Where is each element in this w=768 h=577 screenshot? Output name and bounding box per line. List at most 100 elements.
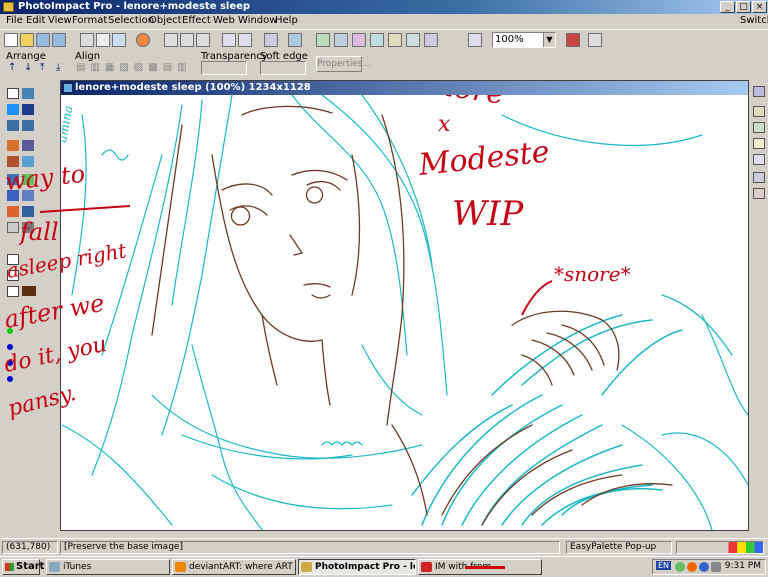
windows-flag-icon	[5, 563, 14, 571]
arrange-up-icon[interactable]: ↑	[8, 62, 16, 73]
menu-bar: File Edit View Format Selection Object E…	[0, 14, 768, 29]
system-tray: EN 9:31 PM	[652, 559, 766, 575]
effect-icon[interactable]	[288, 33, 302, 47]
menu-object[interactable]: Object	[149, 15, 182, 26]
start-button[interactable]: Start	[2, 559, 44, 575]
taskbar-label: iTunes	[63, 562, 92, 572]
redo-icon[interactable]	[238, 33, 252, 47]
menu-file[interactable]: File	[6, 15, 23, 26]
new-icon[interactable]	[4, 33, 18, 47]
menu-view[interactable]: View	[48, 15, 72, 26]
paint-tool-icon[interactable]	[7, 140, 19, 151]
properties-button[interactable]: Properties...	[316, 56, 371, 72]
brush-tool-icon[interactable]	[22, 140, 34, 151]
im-icon	[421, 562, 432, 572]
easy-palette-icon[interactable]	[753, 138, 765, 149]
palette-icon[interactable]	[566, 33, 580, 47]
easy-palette-popup[interactable]: EasyPalette Pop-up	[566, 541, 672, 554]
layout-icon[interactable]	[316, 33, 330, 47]
save-icon[interactable]	[36, 33, 50, 47]
bezier-tool-icon[interactable]	[22, 120, 34, 131]
taskbar-im[interactable]: IM with from ...	[418, 559, 542, 575]
arrange-down-icon[interactable]: ↓	[24, 62, 32, 73]
chevron-down-icon[interactable]: ▼	[543, 33, 555, 47]
mask-icon[interactable]	[406, 33, 420, 47]
maximize-button[interactable]: □	[736, 1, 751, 13]
attribute-toolbar: Arrange ↑ ↓ ⤒ ⤓ Align ▤▥▦▧▨▩▤▥ Transpare…	[0, 51, 768, 77]
menu-edit[interactable]: Edit	[26, 15, 45, 26]
transform-tool-icon[interactable]	[7, 104, 19, 115]
transparency-spinner[interactable]	[201, 61, 247, 75]
crop-icon[interactable]	[264, 33, 278, 47]
menu-effect[interactable]: Effect	[182, 15, 211, 26]
cut-icon[interactable]	[164, 33, 178, 47]
panel-manager	[750, 82, 768, 532]
note-line-5: do it, you	[2, 332, 109, 378]
tray-icon-3[interactable]	[699, 562, 709, 572]
image-icon[interactable]	[334, 33, 348, 47]
tray-icon-2[interactable]	[687, 562, 697, 572]
taskbar-itunes[interactable]: iTunes	[46, 559, 170, 575]
selection-tool-icon[interactable]	[22, 88, 34, 99]
firefox-icon	[175, 562, 186, 572]
note-underline	[39, 205, 131, 213]
tool-panel-icon[interactable]	[753, 154, 765, 165]
panel-icon[interactable]	[468, 33, 482, 47]
open-icon[interactable]	[20, 33, 34, 47]
switch-button[interactable]: Switch	[740, 15, 768, 26]
volume-icon[interactable]	[711, 562, 721, 572]
note-line-2: fall	[18, 218, 59, 246]
taskbar-deviantart[interactable]: deviantART: where ART ...	[172, 559, 296, 575]
info-panel-icon[interactable]	[753, 188, 765, 199]
lenore-text: Lenore	[395, 95, 507, 112]
status-hint: [Preserve the base image]	[60, 541, 560, 554]
soft-edge-spinner[interactable]	[260, 61, 306, 75]
modeste-text: Modeste	[416, 134, 551, 183]
start-label: Start	[16, 561, 45, 572]
frame-icon[interactable]	[352, 33, 366, 47]
scan-icon[interactable]	[112, 33, 126, 47]
zoom-select[interactable]: 100% ▼	[492, 32, 556, 48]
bevel-icon[interactable]	[388, 33, 402, 47]
web-icon[interactable]	[136, 33, 150, 47]
pick-tool-icon[interactable]	[7, 88, 19, 99]
faint-signature: amina	[62, 104, 75, 143]
document-titlebar: lenore+modeste sleep (100%) 1234x1128	[61, 81, 748, 95]
note-line-1: way to	[4, 160, 87, 196]
note-line-4: after we	[2, 289, 106, 334]
grid-icon[interactable]	[370, 33, 384, 47]
menu-selection[interactable]: Selection	[108, 15, 154, 26]
taskbar-photoimpact[interactable]: PhotoImpact Pro - le...	[298, 559, 416, 575]
print-preview-icon[interactable]	[96, 33, 110, 47]
text-tool-icon[interactable]	[22, 104, 34, 115]
menu-window[interactable]: Window	[238, 15, 277, 26]
arrange-top-icon[interactable]: ⤒	[40, 62, 44, 73]
wip-text: WIP	[452, 194, 524, 234]
close-button[interactable]: ×	[752, 1, 767, 13]
menu-web[interactable]: Web	[213, 15, 235, 26]
window-icon[interactable]	[424, 33, 438, 47]
copy-icon[interactable]	[180, 33, 194, 47]
tray-icon-1[interactable]	[675, 562, 685, 572]
paste-icon[interactable]	[196, 33, 210, 47]
help-icon[interactable]	[588, 33, 602, 47]
crop-tool-icon[interactable]	[7, 120, 19, 131]
tray-clock[interactable]: 9:31 PM	[725, 561, 761, 571]
quick-command-icon[interactable]	[753, 122, 765, 133]
minimize-button[interactable]: _	[720, 1, 735, 13]
language-indicator[interactable]: EN	[656, 561, 672, 570]
save-as-icon[interactable]	[52, 33, 66, 47]
zoom-value: 100%	[495, 34, 524, 45]
snore-arrow	[521, 280, 553, 316]
document-manager-icon[interactable]	[753, 106, 765, 117]
menu-help[interactable]: Help	[275, 15, 298, 26]
material-icon[interactable]	[753, 172, 765, 183]
color-indicator[interactable]	[676, 541, 764, 554]
undo-icon[interactable]	[222, 33, 236, 47]
app-icon[interactable]	[3, 2, 14, 12]
print-icon[interactable]	[80, 33, 94, 47]
align-buttons-icon[interactable]: ▤▥▦▧▨▩▤▥	[76, 62, 192, 73]
layer-manager-icon[interactable]	[753, 86, 765, 97]
menu-format[interactable]: Format	[72, 15, 107, 26]
arrange-bottom-icon[interactable]: ⤓	[56, 62, 60, 73]
